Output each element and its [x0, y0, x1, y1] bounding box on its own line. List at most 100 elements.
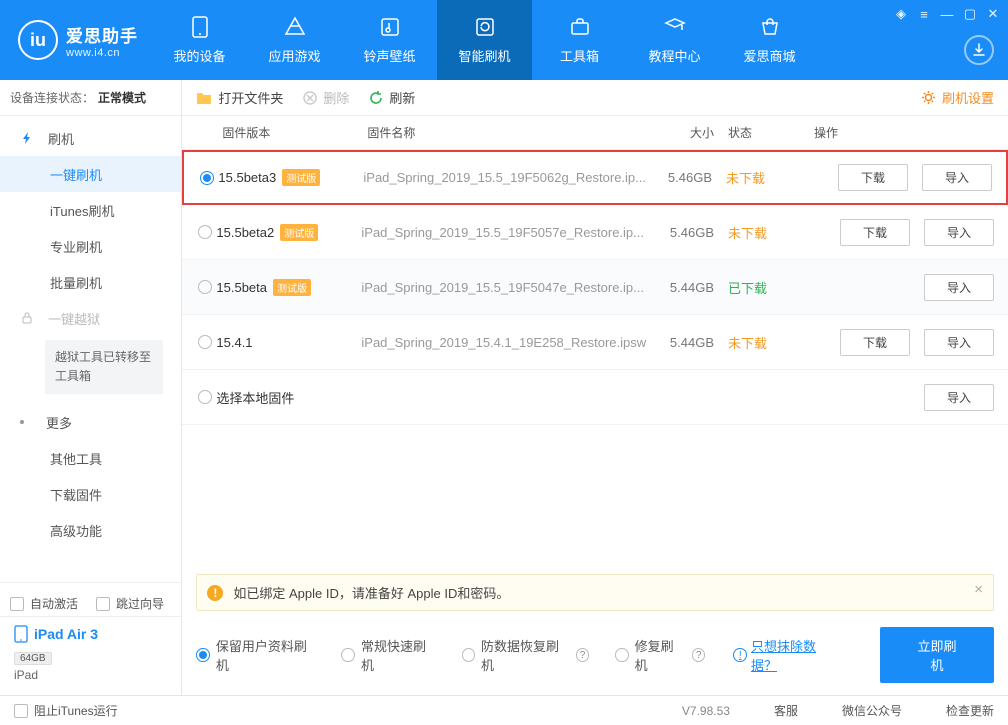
- app-header: iu 爱思助手 www.i4.cn 我的设备 应用游戏 铃声壁纸 智能刷机 工具…: [0, 0, 1008, 80]
- row-size: 5.44GB: [648, 280, 728, 295]
- block-itunes-checkbox[interactable]: [14, 704, 28, 718]
- media-icon: [379, 16, 401, 38]
- sidebar-group-flash[interactable]: 刷机: [0, 120, 181, 156]
- logo-icon: iu: [18, 20, 58, 60]
- maximize-icon[interactable]: ▢: [960, 4, 980, 24]
- nav-label: 应用游戏: [268, 46, 320, 65]
- nav-apps[interactable]: 应用游戏: [247, 0, 342, 80]
- download-button[interactable]: 下载: [840, 219, 910, 246]
- toolbar-label: 打开文件夹: [218, 88, 283, 107]
- nav-label: 我的设备: [173, 46, 225, 65]
- nav-label: 智能刷机: [458, 46, 510, 65]
- help-icon[interactable]: ?: [692, 648, 705, 662]
- toolbar: 打开文件夹 删除 刷新 刷机设置: [182, 80, 1008, 116]
- nav-flash[interactable]: 智能刷机: [437, 0, 532, 80]
- row-status: 未下载: [728, 223, 814, 242]
- tutorial-icon: [664, 16, 686, 38]
- nav-label: 工具箱: [560, 46, 599, 65]
- row-radio[interactable]: [194, 390, 216, 404]
- help-icon[interactable]: ?: [576, 648, 589, 662]
- wechat-link[interactable]: 微信公众号: [842, 702, 902, 719]
- flash-settings-button[interactable]: 刷机设置: [921, 88, 994, 107]
- download-manager-icon[interactable]: [964, 35, 994, 65]
- toolbox-icon: [569, 16, 591, 38]
- sidebar-group-more[interactable]: 更多: [0, 404, 181, 440]
- opt-keep-data[interactable]: 保留用户资料刷机: [196, 636, 315, 674]
- row-radio[interactable]: [194, 280, 216, 294]
- download-button[interactable]: 下载: [840, 329, 910, 356]
- beta-tag: 测试版: [273, 279, 311, 296]
- sidebar-item-itunes-flash[interactable]: iTunes刷机: [0, 192, 181, 228]
- sidebar: 设备连接状态： 正常模式 刷机 一键刷机 iTunes刷机 专业刷机 批量刷机 …: [0, 80, 182, 695]
- device-type: iPad: [14, 668, 169, 682]
- beta-tag: 测试版: [282, 169, 320, 186]
- open-folder-button[interactable]: 打开文件夹: [196, 88, 283, 107]
- nav-ringtones[interactable]: 铃声壁纸: [342, 0, 437, 80]
- sidebar-item-label: 专业刷机: [50, 237, 102, 256]
- toolbar-label: 删除: [323, 88, 349, 107]
- firmware-row[interactable]: 15.4.1iPad_Spring_2019_15.4.1_19E258_Res…: [182, 315, 1008, 370]
- nav-label: 铃声壁纸: [363, 46, 415, 65]
- minimize-icon[interactable]: —: [937, 4, 957, 24]
- sidebar-item-onekey-flash[interactable]: 一键刷机: [0, 156, 181, 192]
- sidebar-item-jailbreak: 一键越狱: [0, 300, 181, 336]
- sidebar-item-other-tools[interactable]: 其他工具: [0, 440, 181, 476]
- notice-text: 如已绑定 Apple ID，请准备好 Apple ID和密码。: [233, 583, 509, 602]
- firmware-row[interactable]: 15.5beta测试版iPad_Spring_2019_15.5_19F5047…: [182, 260, 1008, 315]
- toolbar-label: 刷机设置: [942, 88, 994, 107]
- firmware-row[interactable]: 15.5beta2测试版iPad_Spring_2019_15.5_19F505…: [182, 205, 1008, 260]
- device-capacity-badge: 64GB: [14, 652, 52, 665]
- row-radio[interactable]: [194, 225, 216, 239]
- sidebar-item-batch-flash[interactable]: 批量刷机: [0, 264, 181, 300]
- firmware-row[interactable]: 15.5beta3测试版iPad_Spring_2019_15.5_19F506…: [182, 150, 1008, 205]
- skip-guide-checkbox[interactable]: [96, 597, 110, 611]
- th-size: 大小: [648, 124, 728, 141]
- auto-activate-checkbox[interactable]: [10, 597, 24, 611]
- row-size: 5.46GB: [646, 170, 726, 185]
- nav-toolbox[interactable]: 工具箱: [532, 0, 627, 80]
- import-button[interactable]: 导入: [922, 164, 992, 191]
- check-update-link[interactable]: 检查更新: [946, 702, 994, 719]
- refresh-icon: [369, 91, 383, 105]
- skin-icon[interactable]: ◈: [891, 4, 911, 24]
- close-icon[interactable]: ✕: [983, 4, 1003, 24]
- import-button[interactable]: 导入: [924, 329, 994, 356]
- customer-service-link[interactable]: 客服: [774, 702, 798, 719]
- row-filename: iPad_Spring_2019_15.5_19F5057e_Restore.i…: [361, 225, 648, 240]
- opt-normal[interactable]: 常规快速刷机: [341, 636, 435, 674]
- import-button[interactable]: 导入: [924, 274, 994, 301]
- window-controls: ◈ ≡ — ▢ ✕: [891, 4, 1003, 24]
- nav-store[interactable]: 爱思商城: [722, 0, 817, 80]
- opt-label: 修复刷机: [635, 636, 684, 674]
- notice-close-icon[interactable]: ×: [974, 581, 983, 598]
- warning-icon: !: [207, 585, 223, 601]
- ipad-icon: [14, 625, 28, 643]
- start-flash-button[interactable]: 立即刷机: [880, 627, 994, 683]
- sidebar-item-advanced[interactable]: 高级功能: [0, 512, 181, 548]
- erase-data-link[interactable]: !只想抹除数据？: [731, 636, 838, 674]
- device-status: 设备连接状态： 正常模式: [0, 80, 181, 116]
- row-version: 15.4.1: [216, 335, 361, 350]
- opt-anti-recover[interactable]: 防数据恢复刷机?: [462, 636, 590, 674]
- firmware-row-local[interactable]: 选择本地固件 导入: [182, 370, 1008, 425]
- opt-repair[interactable]: 修复刷机?: [615, 636, 705, 674]
- opt-label: 保留用户资料刷机: [216, 636, 316, 674]
- th-ops: 操作: [814, 124, 994, 141]
- nav-label: 教程中心: [648, 46, 700, 65]
- row-version: 选择本地固件: [216, 388, 648, 407]
- import-button[interactable]: 导入: [924, 384, 994, 411]
- row-size: 5.44GB: [648, 335, 728, 350]
- download-button[interactable]: 下载: [838, 164, 908, 191]
- refresh-button[interactable]: 刷新: [369, 88, 415, 107]
- row-filename: iPad_Spring_2019_15.4.1_19E258_Restore.i…: [361, 335, 648, 350]
- row-radio[interactable]: [194, 335, 216, 349]
- row-radio[interactable]: [196, 171, 218, 185]
- row-ops: 下载导入: [814, 329, 994, 356]
- menu-icon[interactable]: ≡: [914, 4, 934, 24]
- import-button[interactable]: 导入: [924, 219, 994, 246]
- sidebar-item-pro-flash[interactable]: 专业刷机: [0, 228, 181, 264]
- nav-my-device[interactable]: 我的设备: [152, 0, 247, 80]
- nav-tutorials[interactable]: 教程中心: [627, 0, 722, 80]
- device-info: iPad Air 3 64GB iPad: [0, 616, 181, 690]
- sidebar-item-download-fw[interactable]: 下载固件: [0, 476, 181, 512]
